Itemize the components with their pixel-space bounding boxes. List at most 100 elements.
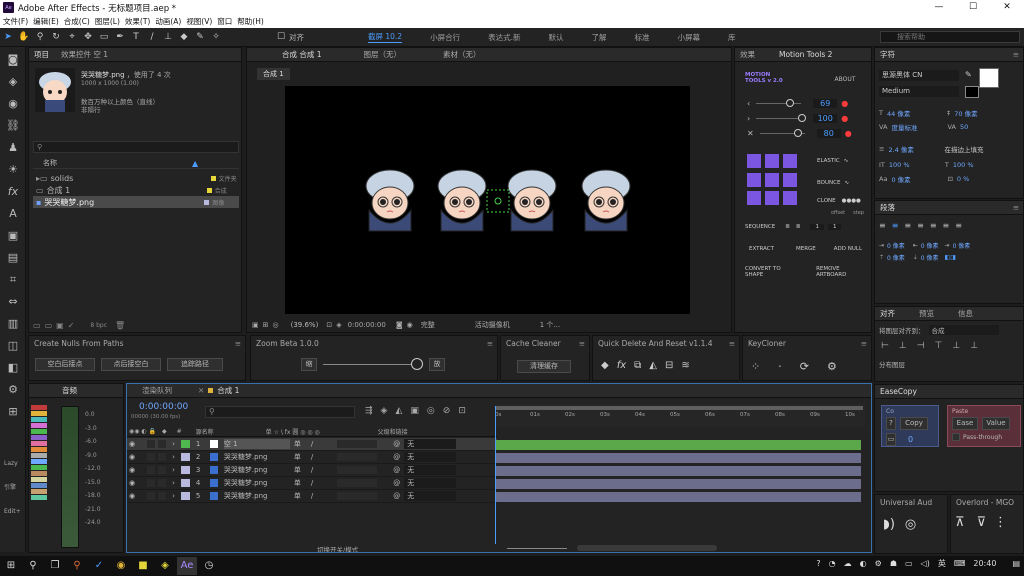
pull-icon[interactable]: ⊽ bbox=[977, 515, 987, 530]
eye-icon[interactable]: ◉ bbox=[129, 492, 135, 500]
workspace-5[interactable]: 了解 bbox=[591, 32, 606, 43]
eyedropper-icon[interactable]: ✎ bbox=[965, 70, 972, 79]
menu-edit[interactable]: 编辑(E) bbox=[33, 16, 59, 27]
project-item[interactable]: ▪ 哭哭糖梦.png 图像 bbox=[33, 196, 239, 208]
new-comp-icon[interactable]: ▣ bbox=[56, 321, 64, 330]
layers-icon[interactable]: ◧ bbox=[4, 359, 22, 377]
stroke-width-value[interactable]: 2.4 像素 bbox=[888, 144, 944, 154]
layer-duration-bar[interactable] bbox=[495, 492, 861, 502]
sequence-button[interactable]: SEQUENCE bbox=[745, 224, 775, 230]
indent-right-value[interactable]: 0 像素 bbox=[921, 241, 939, 250]
hand-tool-icon[interactable]: ✋ bbox=[17, 30, 31, 44]
paragraph-tab[interactable]: 段落 bbox=[880, 202, 895, 213]
layer-duration-bar[interactable] bbox=[495, 453, 861, 463]
new-folder-icon[interactable]: ▭ bbox=[45, 321, 53, 330]
nulls-follow-points-button[interactable]: 点后接空白 bbox=[101, 358, 161, 371]
solo-box[interactable] bbox=[147, 466, 156, 474]
footage-tab[interactable]: 素材（无） bbox=[443, 49, 481, 60]
layer-name[interactable]: 哭哭糖梦.png bbox=[224, 478, 290, 488]
vertical-scale-value[interactable]: 100 % bbox=[889, 161, 945, 169]
label-color[interactable] bbox=[180, 492, 190, 500]
quality-switch-icon[interactable]: / bbox=[311, 453, 313, 461]
search-help-input[interactable]: 搜索帮助 bbox=[880, 31, 1020, 43]
tray-icon[interactable]: ⚙ bbox=[875, 559, 882, 568]
extract-button[interactable]: EXTRACT bbox=[749, 246, 774, 252]
tray-icon[interactable]: ◔ bbox=[829, 559, 836, 568]
switch-boxes[interactable] bbox=[337, 492, 378, 500]
lock-box[interactable] bbox=[158, 492, 167, 500]
timeline-scrollbar[interactable] bbox=[577, 545, 717, 551]
zoom-tool-icon[interactable]: ⚲ bbox=[33, 30, 47, 44]
grid-icon[interactable]: ⊞ bbox=[263, 321, 269, 329]
rotate-tool-icon[interactable]: ↻ bbox=[49, 30, 63, 44]
shape-icon[interactable]: ◈ bbox=[4, 73, 22, 91]
network-icon[interactable]: ▭ bbox=[905, 559, 913, 568]
trace-path-button[interactable]: 追踪路径 bbox=[167, 358, 223, 371]
easecopy-tab[interactable]: EaseCopy bbox=[880, 387, 917, 396]
align-right-icon[interactable]: ⊣ bbox=[917, 341, 925, 351]
draft3d-icon[interactable]: ◈ bbox=[381, 406, 388, 416]
app-icon[interactable]: ⚲ bbox=[67, 557, 87, 575]
quality-dropdown[interactable]: 完整 bbox=[421, 320, 435, 330]
parent-dropdown[interactable]: 无 bbox=[404, 452, 457, 462]
lazy-label[interactable]: Lazy bbox=[4, 452, 21, 476]
pickwhip-icon[interactable]: @ bbox=[393, 479, 400, 487]
source-name-header[interactable]: 源名称 bbox=[196, 427, 266, 436]
font-style-dropdown[interactable]: Medium bbox=[879, 86, 959, 97]
pan-behind-tool-icon[interactable]: ✥ bbox=[81, 30, 95, 44]
trash-icon[interactable]: 🗑 bbox=[115, 321, 125, 330]
rtl-icon[interactable]: ◧◨ bbox=[945, 254, 956, 261]
motion-blur-icon[interactable]: ◎ bbox=[427, 406, 435, 416]
pickwhip-icon[interactable]: @ bbox=[393, 466, 400, 474]
zoom-slider[interactable] bbox=[323, 358, 423, 370]
layer-name[interactable]: 空 1 bbox=[223, 439, 290, 449]
project-tab[interactable]: 项目 bbox=[34, 49, 49, 60]
type-tool-icon[interactable]: T bbox=[129, 30, 143, 44]
seq-value-2[interactable]: 1 bbox=[827, 224, 842, 230]
workspace-3[interactable]: 表达式.新 bbox=[488, 32, 520, 43]
keyboard-icon[interactable]: ⌨ bbox=[954, 559, 966, 568]
add-null-button[interactable]: ADD NULL bbox=[834, 246, 862, 252]
align-vcenter-icon[interactable]: ⊥ bbox=[952, 341, 960, 351]
lock-box[interactable] bbox=[158, 466, 167, 474]
zoom-dropdown[interactable]: (39.6%) bbox=[291, 321, 319, 329]
layer-row[interactable]: ◉ › 5 哭哭糖梦.png 单 / @ 无 bbox=[127, 490, 497, 503]
views-dropdown[interactable]: 1 个... bbox=[540, 320, 560, 330]
font-size-value[interactable]: 44 像素 bbox=[887, 108, 947, 118]
close-icon[interactable]: ✕ bbox=[198, 386, 204, 395]
clean-cache-button[interactable]: 清理缓存 bbox=[517, 360, 571, 373]
parent-dropdown[interactable]: 无 bbox=[404, 439, 457, 449]
menu-window[interactable]: 窗口 bbox=[217, 16, 232, 27]
about-button[interactable]: ABOUT bbox=[827, 74, 863, 87]
indent-left-value[interactable]: 0 像素 bbox=[887, 241, 905, 250]
settings-icon[interactable]: ⚙ bbox=[4, 381, 22, 399]
help-button[interactable]: ? bbox=[886, 417, 896, 430]
expand-icon[interactable]: › bbox=[172, 466, 175, 474]
switch-boxes[interactable] bbox=[337, 479, 378, 487]
switch-boxes[interactable] bbox=[337, 440, 378, 448]
layer-duration-bar[interactable] bbox=[495, 440, 861, 450]
menu-help[interactable]: 帮助(H) bbox=[237, 16, 264, 27]
audio-wave-icon[interactable]: ◗) bbox=[883, 517, 895, 532]
zero-value[interactable]: 0 bbox=[908, 435, 913, 444]
crop-icon[interactable]: ⌗ bbox=[4, 271, 22, 289]
menu-composition[interactable]: 合成(C) bbox=[64, 16, 90, 27]
slider-1[interactable] bbox=[756, 99, 802, 107]
delete-mask-icon[interactable]: ⧉ bbox=[634, 360, 641, 371]
reset-icon[interactable]: ⊟ bbox=[665, 360, 673, 371]
solo-box[interactable] bbox=[147, 453, 156, 461]
after-effects-taskbar-icon[interactable]: Ae bbox=[177, 557, 197, 575]
leading-value[interactable]: 70 像素 bbox=[954, 108, 977, 118]
playhead[interactable] bbox=[495, 406, 496, 544]
reset-transform-icon[interactable]: ◭ bbox=[649, 360, 657, 371]
info-tab[interactable]: 信息 bbox=[958, 308, 973, 319]
app-icon[interactable]: ■ bbox=[133, 557, 153, 575]
app-icon[interactable]: ✓ bbox=[89, 557, 109, 575]
effects-tab[interactable]: 效果 bbox=[740, 49, 755, 60]
tracking-value[interactable]: 50 bbox=[960, 123, 968, 131]
eye-icon[interactable]: ◉ bbox=[129, 453, 135, 461]
clone-tool-icon[interactable]: ⊥ bbox=[161, 30, 175, 44]
render-queue-tab[interactable]: 渲染队列 bbox=[142, 385, 172, 396]
pickwhip-icon[interactable]: @ bbox=[393, 440, 400, 448]
task-view-icon[interactable]: ❐ bbox=[45, 557, 65, 575]
